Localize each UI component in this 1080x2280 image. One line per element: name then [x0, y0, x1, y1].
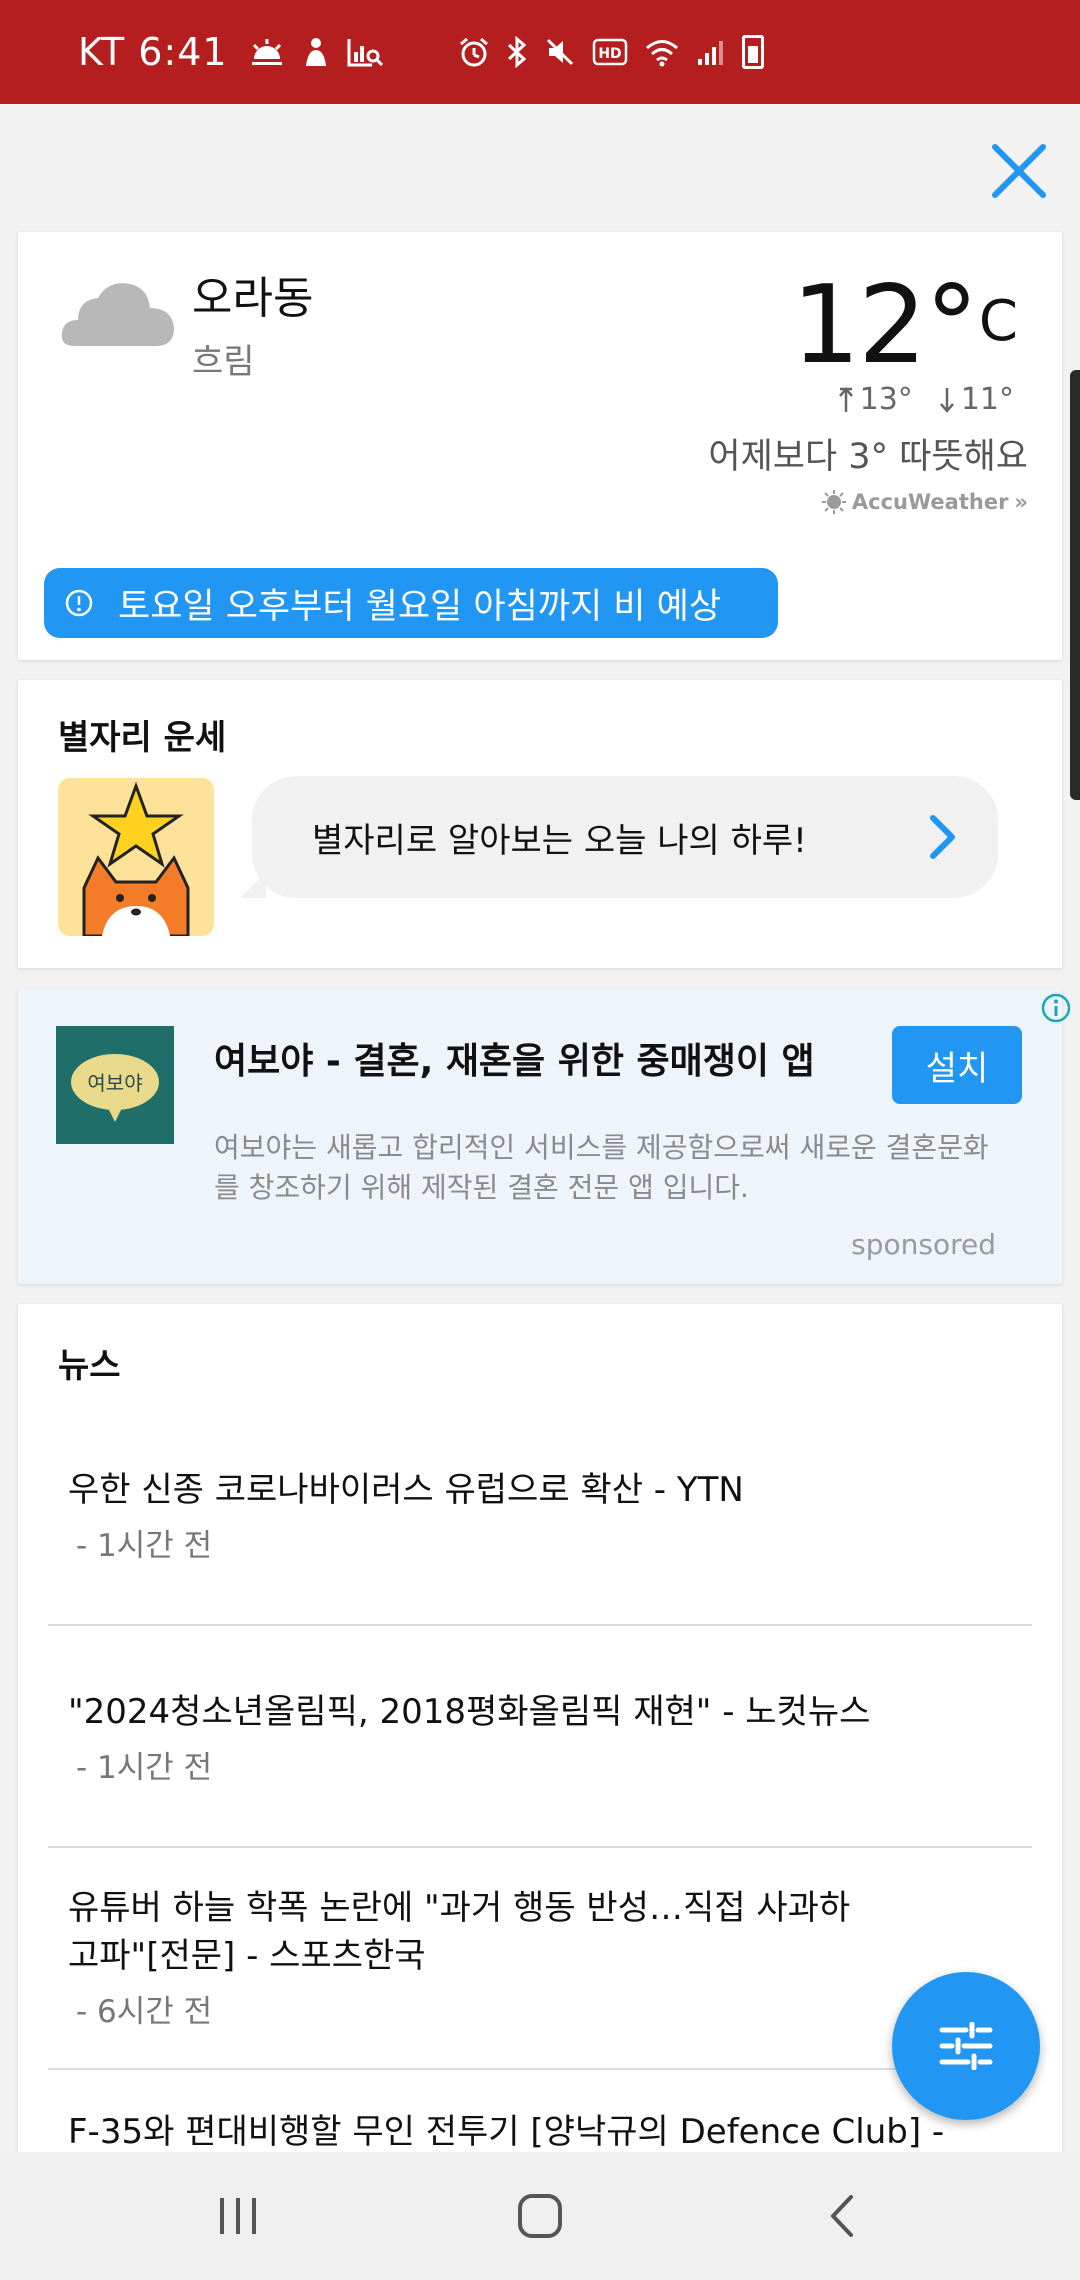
- person-icon: [305, 38, 326, 66]
- home-button[interactable]: [500, 2184, 580, 2248]
- hd-icon: HD: [592, 38, 627, 66]
- wifi-icon: [645, 40, 678, 67]
- mute-icon: [546, 38, 573, 66]
- news-time: - 1시간 전: [76, 1528, 213, 1564]
- chevron-right-icon: »: [1014, 490, 1028, 514]
- high-temperature: 13°: [859, 382, 913, 417]
- home-icon: [518, 2194, 562, 2238]
- horoscope-title: 별자리 운세: [58, 718, 227, 758]
- arrow-up-icon: [838, 386, 853, 412]
- horoscope-bubble[interactable]: 별자리로 알아보는 오늘 나의 하루!: [240, 776, 998, 898]
- alert-text: 토요일 오후부터 월요일 아침까지 비 예상: [118, 586, 722, 627]
- recent-apps-button[interactable]: [198, 2184, 278, 2248]
- horoscope-message: 별자리로 알아보는 오늘 나의 하루!: [312, 820, 807, 861]
- recent-apps-icon: [220, 2198, 256, 2234]
- sponsored-label: sponsored: [851, 1228, 996, 1261]
- settings-fab[interactable]: [892, 1972, 1040, 2120]
- horoscope-card: 별자리 운세 별자리로 알아보는 오늘 나의 하루!: [18, 680, 1062, 968]
- app-icon-text: 여보야: [87, 1071, 142, 1095]
- temperature-comparison: 어제보다 3° 따뜻해요: [708, 437, 1028, 477]
- temperature-unit: C: [978, 289, 1018, 354]
- news-item[interactable]: "2024청소년올림픽, 2018평화올림픽 재현" - 노컷뉴스 - 1시간 …: [68, 1688, 1058, 1787]
- arrow-down-icon: [939, 387, 954, 413]
- news-headline: 유튜버 하늘 학폭 논란에 "과거 행동 반성…직접 사과하고파"[전문] - …: [68, 1888, 851, 1976]
- temperature-value: 12°: [791, 263, 978, 388]
- current-temperature: 12° C: [791, 272, 1018, 380]
- ad-info-icon[interactable]: [1040, 992, 1072, 1024]
- chevron-right-icon: [930, 815, 955, 859]
- low-temperature: 11°: [960, 382, 1014, 417]
- back-button[interactable]: [802, 2184, 882, 2248]
- divider: [48, 1846, 1032, 1848]
- app-icon: 여보야: [56, 1026, 174, 1144]
- edge-panel-handle[interactable]: [1070, 370, 1080, 800]
- news-headline: 우한 신종 코로나바이러스 유럽으로 확산 - YTN: [68, 1470, 744, 1510]
- news-time: - 6시간 전: [76, 1994, 213, 2030]
- ad-description: 여보야는 새롭고 합리적인 서비스를 제공함으로써 새로운 결혼문화를 창조하기…: [214, 1131, 989, 1204]
- signal-icon: [697, 41, 723, 65]
- news-time: - 1시간 전: [76, 1750, 213, 1786]
- weather-card[interactable]: 오라동 흐림 12° C 13° 11° 어제보다 3° 따뜻해요 AccuWe…: [18, 232, 1062, 660]
- news-title: 뉴스: [58, 1346, 121, 1386]
- sunrise-icon: [251, 39, 282, 65]
- provider-name: AccuWeather: [851, 490, 1009, 514]
- weather-alert[interactable]: 토요일 오후부터 월요일 아침까지 비 예상: [44, 568, 778, 638]
- sliders-icon: [939, 2022, 993, 2070]
- close-button[interactable]: [984, 136, 1054, 206]
- status-bar: KT 6:41 HD: [0, 0, 1080, 104]
- weather-condition: 흐림: [192, 342, 255, 382]
- fox-star-icon: [58, 778, 214, 936]
- back-icon: [831, 2195, 853, 2237]
- install-button[interactable]: 설치: [892, 1026, 1022, 1104]
- weather-location: 오라동: [192, 273, 314, 324]
- news-item[interactable]: 유튜버 하늘 학폭 논란에 "과거 행동 반성…직접 사과하고파"[전문] - …: [68, 1884, 868, 2031]
- divider: [48, 2068, 1032, 2070]
- news-headline: F-35와 편대비행할 무인 전투기 [양낙규의 Defence Club] -: [68, 2112, 945, 2152]
- alarm-icon: [459, 37, 488, 67]
- high-low: 13° 11°: [838, 382, 1014, 417]
- divider: [48, 1624, 1032, 1626]
- svg-text:HD: HD: [598, 46, 621, 62]
- sun-icon: [821, 490, 846, 514]
- news-item[interactable]: F-35와 편대비행할 무인 전투기 [양낙규의 Defence Club] -: [68, 2108, 1058, 2156]
- ad-title: 여보야 - 결혼, 재혼을 위한 중매쟁이 앱: [214, 1041, 815, 1082]
- bluetooth-icon: [507, 36, 526, 68]
- chart-search-icon: [347, 39, 383, 67]
- news-item[interactable]: 우한 신종 코로나바이러스 유럽으로 확산 - YTN - 1시간 전: [68, 1466, 1058, 1565]
- cloud-icon: [61, 283, 174, 346]
- navigation-bar: [0, 2152, 1080, 2280]
- status-time: KT 6:41: [78, 30, 228, 74]
- news-headline: "2024청소년올림픽, 2018평화올림픽 재현" - 노컷뉴스: [68, 1692, 871, 1732]
- ad-card[interactable]: 여보야 여보야 - 결혼, 재혼을 위한 중매쟁이 앱 설치 여보야는 새롭고 …: [18, 988, 1062, 1284]
- battery-icon: [741, 35, 764, 69]
- accuweather-link[interactable]: AccuWeather »: [821, 490, 1028, 514]
- close-icon: [992, 144, 1046, 198]
- info-icon: [65, 589, 93, 617]
